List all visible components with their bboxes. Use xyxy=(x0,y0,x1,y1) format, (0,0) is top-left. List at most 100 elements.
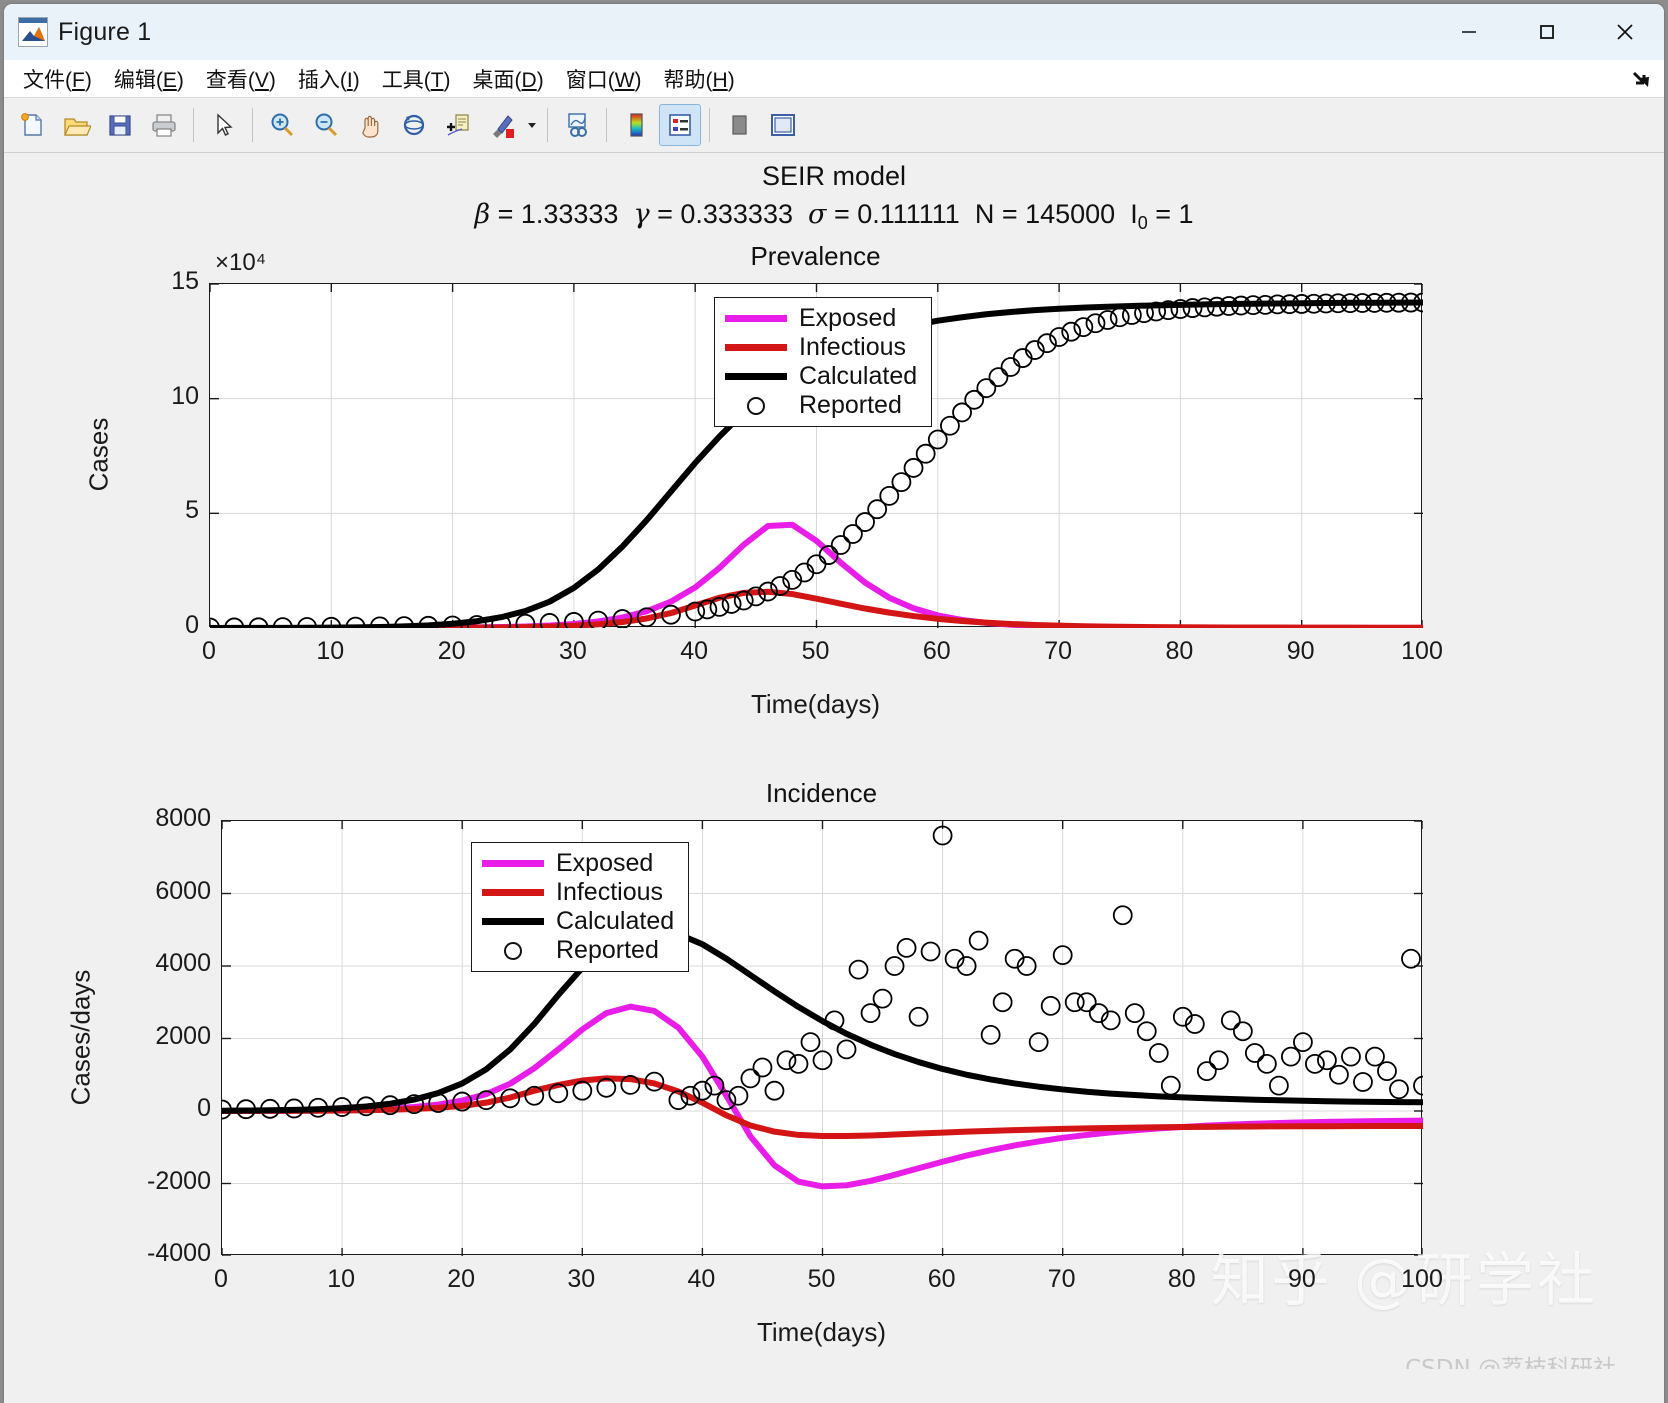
legend-label: Calculated xyxy=(556,907,675,935)
new-figure-icon[interactable] xyxy=(11,104,53,146)
x-tick-label: 50 xyxy=(807,1265,836,1293)
legend-entry: Infectious xyxy=(482,878,674,907)
maximize-button[interactable] xyxy=(1508,4,1586,60)
incidence-axes[interactable] xyxy=(221,820,1423,1256)
N-symbol: N xyxy=(974,199,995,229)
legend-key xyxy=(725,396,787,416)
menu-help[interactable]: 帮助(H) xyxy=(653,61,746,97)
pan-hand-icon[interactable] xyxy=(349,104,391,146)
menu-edit[interactable]: 编辑(E) xyxy=(103,61,195,97)
beta-symbol: β xyxy=(474,199,491,230)
incidence-x-axis-label: Time(days) xyxy=(756,1317,887,1347)
link-plot-icon[interactable] xyxy=(556,104,598,146)
menu-view[interactable]: 查看(V) xyxy=(195,61,287,97)
I0-value: = 1 xyxy=(1147,199,1194,229)
y-tick-label: 10 xyxy=(171,381,199,410)
prevalence-legend[interactable]: Exposed Infectious Calculated Reported xyxy=(714,297,933,427)
pointer-icon[interactable] xyxy=(202,104,244,146)
dock-arrow-icon[interactable] xyxy=(1630,68,1654,95)
legend-circle-marker xyxy=(747,396,765,415)
figure-canvas: SEIR model β = 1.33333 γ = 0.333333 σ = … xyxy=(4,153,1664,1403)
open-file-icon[interactable] xyxy=(55,104,97,146)
x-tick-label: 80 xyxy=(1167,1265,1196,1293)
figure-window: Figure 1 文件(F) 编辑(E) 查看(V) 插入(I) 工具(T) 桌… xyxy=(4,4,1664,1403)
x-tick-label: 100 xyxy=(1401,1265,1443,1293)
close-button[interactable] xyxy=(1586,4,1664,60)
menu-bar: 文件(F) 编辑(E) 查看(V) 插入(I) 工具(T) 桌面(D) 窗口(W… xyxy=(4,60,1664,98)
y-tick-label: 0 xyxy=(197,1094,211,1122)
legend-line-swatch xyxy=(482,860,544,867)
legend-label: Exposed xyxy=(799,304,897,332)
sigma-value: = 0.111111 xyxy=(826,199,960,229)
menu-insert[interactable]: 插入(I) xyxy=(287,61,371,97)
N-value: = 145000 xyxy=(994,199,1116,229)
legend-key xyxy=(725,309,787,329)
legend-label: Infectious xyxy=(556,878,664,906)
menu-file[interactable]: 文件(F) xyxy=(12,61,103,97)
x-tick-label: 50 xyxy=(801,637,830,665)
data-cursor-icon[interactable] xyxy=(437,104,479,146)
show-plot-tools-icon[interactable] xyxy=(762,104,804,146)
hide-plot-tools-icon[interactable] xyxy=(718,104,760,146)
prevalence-y-exponent: ×10⁴ xyxy=(215,249,267,276)
brush-dropdown-caret-icon[interactable] xyxy=(524,119,540,131)
sigma-symbol: σ xyxy=(808,199,827,230)
prevalence-x-axis-label: Time(days) xyxy=(750,689,881,719)
colorbar-icon[interactable] xyxy=(615,104,657,146)
y-tick-label: 8000 xyxy=(155,804,211,832)
print-figure-icon[interactable] xyxy=(143,104,185,146)
legend-circle-marker xyxy=(504,941,522,960)
title-bar: Figure 1 xyxy=(4,4,1664,60)
save-figure-icon[interactable] xyxy=(99,104,141,146)
legend-line-swatch xyxy=(725,373,787,380)
legend-key xyxy=(482,854,544,874)
x-tick-label: 20 xyxy=(437,637,466,665)
gamma-symbol: γ xyxy=(633,199,650,230)
x-tick-label: 30 xyxy=(558,637,587,665)
x-tick-label: 20 xyxy=(447,1265,476,1293)
legend-entry: Calculated xyxy=(482,907,674,936)
incidence-legend[interactable]: Exposed Infectious Calculated Reported xyxy=(471,842,690,972)
menu-tools[interactable]: 工具(T) xyxy=(371,61,462,97)
legend-label: Calculated xyxy=(799,362,918,390)
figure-toolbar xyxy=(4,98,1664,153)
I0-symbol: I xyxy=(1130,199,1138,229)
x-tick-label: 40 xyxy=(680,637,709,665)
minimize-button[interactable] xyxy=(1430,4,1508,60)
legend-entry: Calculated xyxy=(725,362,917,391)
x-tick-label: 100 xyxy=(1401,637,1443,665)
legend-entry: Infectious xyxy=(725,333,917,362)
legend-key xyxy=(725,338,787,358)
prevalence-plot-title: Prevalence xyxy=(750,241,881,271)
x-tick-label: 70 xyxy=(1047,1265,1076,1293)
x-tick-label: 0 xyxy=(202,637,216,665)
y-tick-label: 6000 xyxy=(155,876,211,905)
y-tick-label: 4000 xyxy=(155,949,211,977)
figure-title: SEIR model xyxy=(761,161,907,191)
brush-icon[interactable] xyxy=(481,104,523,146)
menu-window[interactable]: 窗口(W) xyxy=(555,61,653,97)
window-title: Figure 1 xyxy=(58,17,152,46)
x-tick-label: 0 xyxy=(214,1265,228,1293)
zoom-out-icon[interactable] xyxy=(305,104,347,146)
legend-line-swatch xyxy=(482,889,544,896)
figure-subtitle: β = 1.33333 γ = 0.333333 σ = 0.111111 N … xyxy=(4,199,1664,234)
legend-key xyxy=(482,941,544,961)
x-tick-label: 90 xyxy=(1286,637,1315,665)
I0-subscript: 0 xyxy=(1137,213,1148,233)
incidence-plot-title: Incidence xyxy=(765,778,878,808)
menu-desktop[interactable]: 桌面(D) xyxy=(462,61,555,97)
gamma-value: = 0.333333 xyxy=(649,199,793,229)
status-bar xyxy=(4,1369,1664,1403)
x-tick-label: 60 xyxy=(927,1265,956,1293)
legend-line-swatch xyxy=(725,315,787,322)
y-tick-label: 0 xyxy=(185,611,199,639)
y-tick-label: -2000 xyxy=(147,1166,211,1195)
legend-key xyxy=(482,912,544,932)
zoom-in-icon[interactable] xyxy=(261,104,303,146)
legend-label: Reported xyxy=(799,391,902,419)
y-tick-label: 5 xyxy=(185,496,199,525)
matlab-icon xyxy=(18,17,48,47)
rotate-3d-icon[interactable] xyxy=(393,104,435,146)
legend-icon[interactable] xyxy=(659,104,701,146)
